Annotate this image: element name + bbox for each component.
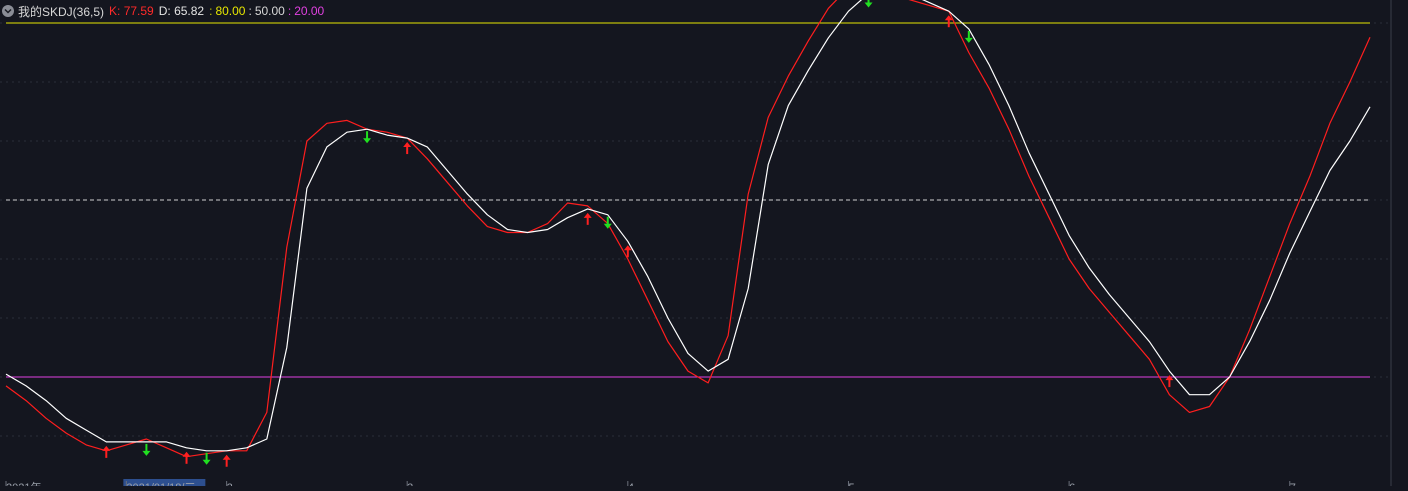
x-tick-label: 2 [227, 482, 233, 486]
x-tick-label: 7 [1290, 482, 1296, 486]
skdj-indicator-chart[interactable]: 2021年2021/01/18/三234567 我的SKDJ(36,5) K: … [0, 0, 1408, 491]
chevron-down-icon [4, 8, 12, 14]
collapse-toggle-button[interactable] [2, 5, 14, 17]
x-tick-label: 5 [848, 482, 854, 486]
indicator-header: 我的SKDJ(36,5) K: 77.59 D: 65.82 : 80.00 :… [2, 3, 324, 19]
chart-canvas[interactable]: 2021年2021/01/18/三234567 [0, 0, 1408, 491]
x-tick-label: 2021/01/18/三 [126, 482, 195, 486]
separator: : [287, 4, 292, 18]
separator: : [209, 4, 213, 18]
level-20-label: 20.00 [294, 4, 325, 18]
indicator-title: 我的SKDJ(36,5) [18, 4, 105, 19]
chart-background [0, 0, 1408, 486]
d-value-label: D: 65.82 [158, 4, 205, 18]
x-tick-label: 4 [628, 482, 634, 486]
level-80-label: 80.00 [215, 4, 246, 18]
k-value-label: K: 77.59 [109, 4, 154, 18]
level-50-label: 50.00 [254, 4, 285, 18]
x-tick-label: 6 [1069, 482, 1075, 486]
separator: : [248, 4, 252, 18]
x-tick-label: 3 [407, 482, 413, 486]
